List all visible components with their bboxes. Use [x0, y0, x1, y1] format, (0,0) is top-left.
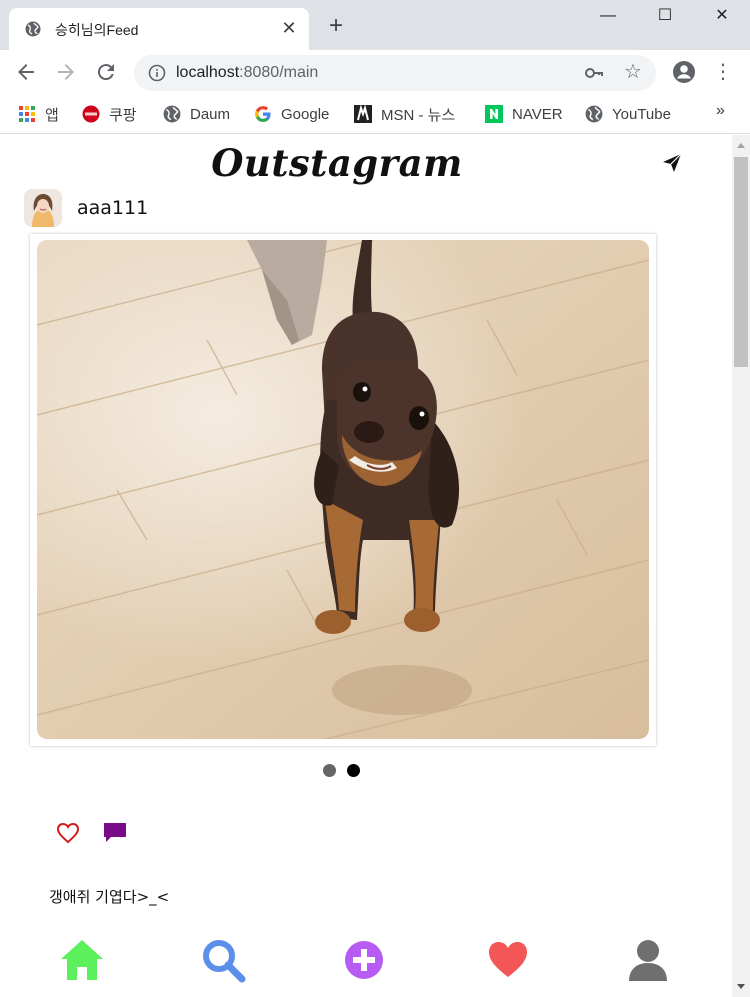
new-tab-button[interactable]: + — [324, 14, 348, 38]
bookmark-apps[interactable]: 앱 — [18, 104, 59, 124]
post-photo[interactable] — [37, 240, 649, 739]
bookmark-label: 쿠팡 — [109, 106, 137, 124]
bookmark-label: MSN - 뉴스 — [381, 106, 456, 124]
url-text: localhost:8080/main — [176, 64, 319, 81]
bookmark-label: 앱 — [45, 106, 59, 124]
bookmark-coupang[interactable]: 쿠팡 — [82, 104, 137, 124]
bookmark-youtube[interactable]: YouTube — [585, 104, 671, 124]
close-window-button[interactable]: ✕ — [699, 4, 745, 28]
scroll-up-icon[interactable] — [737, 143, 745, 148]
bottom-navigation — [0, 937, 732, 997]
close-tab-icon[interactable]: ✕ — [279, 18, 299, 38]
carousel-dot-active[interactable] — [347, 764, 360, 777]
bookmark-label: YouTube — [612, 105, 671, 123]
brand-logo[interactable]: Outstagram — [0, 141, 674, 185]
post-caption: 갱애쥐 기엽다>_< — [49, 888, 170, 906]
google-icon — [255, 106, 271, 122]
page-viewport: Outstagram aaa111 갱애쥐 기엽다>_< — [0, 135, 750, 997]
scroll-down-icon[interactable] — [737, 984, 745, 989]
heart-icon[interactable] — [485, 937, 531, 983]
info-icon[interactable] — [148, 64, 166, 82]
search-icon[interactable] — [200, 937, 246, 983]
bookmarks-overflow-button[interactable]: » — [716, 102, 725, 120]
scrollbar[interactable] — [732, 135, 750, 997]
browser-toolbar: localhost:8080/main ☆ ⋮ — [0, 50, 750, 94]
reload-icon[interactable] — [94, 60, 118, 84]
menu-icon[interactable]: ⋮ — [713, 60, 733, 84]
post-header: aaa111 — [24, 188, 148, 228]
bookmark-daum[interactable]: Daum — [163, 104, 230, 124]
post-actions — [56, 821, 128, 845]
scrollbar-thumb[interactable] — [734, 157, 748, 367]
heart-outline-icon[interactable] — [56, 822, 80, 844]
post-card — [30, 234, 656, 746]
comment-icon[interactable] — [102, 821, 128, 845]
bookmark-naver[interactable]: NAVER — [485, 104, 563, 124]
forward-icon[interactable] — [54, 60, 78, 84]
tab-strip: 승히님의Feed ✕ + — ☐ ✕ — [0, 0, 750, 50]
bookmark-msn[interactable]: MSN - 뉴스 — [354, 104, 455, 124]
carousel-indicator — [323, 764, 360, 777]
browser-tab[interactable]: 승히님의Feed ✕ — [9, 8, 309, 50]
msn-icon — [354, 105, 372, 123]
globe-icon — [25, 21, 41, 37]
naver-icon — [485, 105, 503, 123]
maximize-button[interactable]: ☐ — [642, 4, 688, 28]
bookmark-star-icon[interactable]: ☆ — [622, 61, 644, 83]
bookmark-label: NAVER — [512, 105, 563, 123]
bookmark-google[interactable]: Google — [254, 104, 329, 124]
minimize-button[interactable]: — — [585, 4, 631, 28]
coupang-icon — [82, 105, 100, 123]
carousel-dot[interactable] — [323, 764, 336, 777]
back-icon[interactable] — [14, 60, 38, 84]
tab-title: 승히님의Feed — [55, 22, 139, 38]
send-icon[interactable] — [660, 151, 684, 175]
bookmarks-bar: 앱 쿠팡 Daum Google MSN - 뉴스 NAVER YouTube … — [0, 94, 750, 134]
user-icon[interactable] — [625, 937, 671, 983]
address-bar[interactable]: localhost:8080/main ☆ — [134, 55, 656, 91]
apps-grid-icon — [19, 106, 35, 122]
globe-icon — [163, 105, 181, 123]
key-icon[interactable] — [584, 63, 604, 83]
bookmark-label: Google — [281, 105, 330, 123]
avatar[interactable] — [24, 189, 62, 227]
username[interactable]: aaa111 — [77, 197, 148, 219]
dog-photo-image — [37, 240, 649, 739]
bookmark-label: Daum — [190, 105, 231, 123]
plus-circle-icon[interactable] — [341, 937, 387, 983]
globe-icon — [585, 105, 603, 123]
home-icon[interactable] — [59, 937, 105, 983]
profile-icon[interactable] — [672, 60, 696, 84]
